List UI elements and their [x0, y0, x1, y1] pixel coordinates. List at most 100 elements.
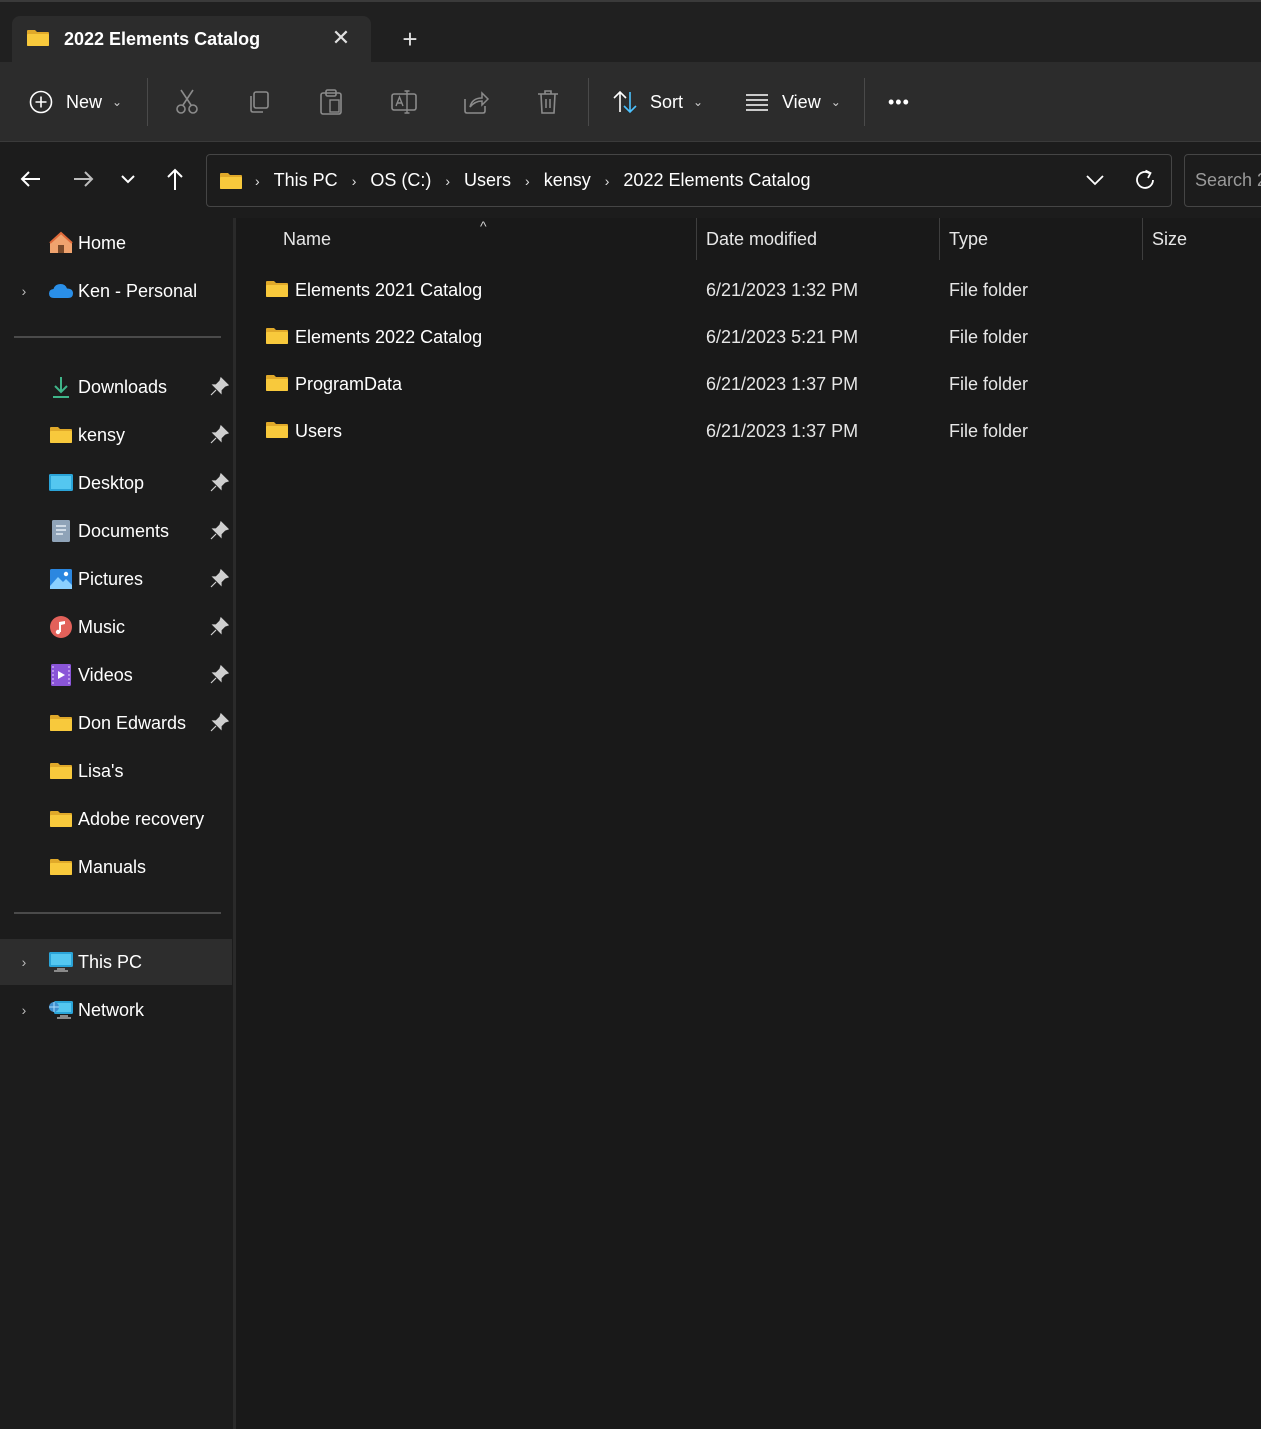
breadcrumb-os-c[interactable]: OS (C:) — [370, 170, 431, 191]
column-header-date-modified[interactable]: Date modified — [706, 218, 936, 260]
onedrive-cloud-icon — [48, 279, 74, 303]
sidebar-item-label: Lisa's — [78, 760, 124, 781]
copy-button[interactable] — [246, 80, 272, 124]
delete-icon — [538, 90, 558, 114]
file-name[interactable]: ProgramData — [295, 361, 402, 407]
table-row[interactable]: Users 6/21/2023 1:37 PM File folder — [236, 408, 1261, 454]
sidebar-item-ken-personal[interactable]: › Ken - Personal — [0, 268, 232, 314]
sidebar-item-label: Network — [78, 999, 145, 1020]
sidebar-item-music[interactable]: Music — [0, 604, 232, 650]
title-bar: 2022 Elements Catalog ✕ + — [0, 0, 1261, 64]
table-row[interactable]: Elements 2022 Catalog 6/21/2023 5:21 PM … — [236, 314, 1261, 360]
column-divider[interactable] — [1142, 218, 1143, 260]
chevron-right-icon[interactable]: › — [16, 1002, 32, 1018]
paste-button[interactable] — [318, 80, 344, 124]
pin-icon[interactable] — [208, 424, 230, 446]
breadcrumb-users[interactable]: Users — [464, 170, 511, 191]
sidebar-item-videos[interactable]: Videos — [0, 652, 232, 698]
sidebar-item-label: Videos — [78, 664, 133, 685]
sidebar-divider — [14, 336, 221, 338]
sidebar-item-label: Adobe recovery — [78, 808, 205, 829]
rename-button[interactable] — [390, 80, 418, 124]
rename-icon — [391, 90, 417, 114]
breadcrumb-kensy[interactable]: kensy — [544, 170, 591, 191]
file-date-modified: 6/21/2023 1:37 PM — [706, 420, 859, 441]
sidebar-item-this-pc[interactable]: › This PC — [0, 939, 232, 985]
column-header-size[interactable]: Size — [1152, 218, 1252, 260]
folder-icon — [266, 281, 288, 297]
sidebar-item-pictures[interactable]: Pictures — [0, 556, 232, 602]
cut-button[interactable] — [174, 80, 200, 124]
file-name[interactable]: Elements 2021 Catalog — [295, 267, 482, 313]
pin-icon[interactable] — [208, 472, 230, 494]
sidebar-item-home[interactable]: Home — [0, 220, 232, 266]
sidebar-item-desktop[interactable]: Desktop — [0, 460, 232, 506]
sidebar-item-adobe-recovery[interactable]: Adobe recovery — [0, 796, 232, 842]
home-icon — [48, 231, 74, 255]
view-button[interactable]: View ⌄ — [744, 80, 841, 124]
folder-icon — [266, 375, 288, 391]
pin-icon[interactable] — [208, 664, 230, 686]
file-name[interactable]: Users — [295, 408, 342, 454]
sidebar-item-label: Desktop — [78, 472, 145, 493]
chevron-right-icon[interactable]: › — [16, 954, 32, 970]
pin-icon[interactable] — [208, 520, 230, 542]
sidebar-item-downloads[interactable]: Downloads — [0, 364, 232, 410]
command-bar: New ⌄ Sort ⌄ View ⌄ ••• — [0, 62, 1261, 142]
chevron-right-icon[interactable]: › — [605, 173, 610, 189]
address-bar[interactable]: › This PC › OS (C:) › Users › kensy › 20… — [206, 154, 1172, 207]
file-name[interactable]: Elements 2022 Catalog — [295, 314, 482, 360]
up-arrow-icon[interactable] — [160, 164, 190, 194]
sidebar-item-label: Pictures — [78, 568, 144, 589]
refresh-icon[interactable] — [1131, 166, 1159, 194]
new-tab-button[interactable]: + — [396, 24, 424, 54]
column-divider[interactable] — [696, 218, 697, 260]
view-icon — [746, 94, 768, 111]
sidebar-item-don-edwards[interactable]: Don Edwards — [0, 700, 232, 746]
sidebar-item-manuals[interactable]: Manuals — [0, 844, 232, 890]
chevron-right-icon[interactable]: › — [255, 173, 260, 189]
sidebar-item-label: Ken - Personal — [78, 280, 198, 301]
pin-icon[interactable] — [208, 616, 230, 638]
back-arrow-icon[interactable] — [16, 164, 46, 194]
navigation-pane: Home › Ken - Personal Downloads kensy De… — [0, 218, 233, 1429]
sidebar-item-label: Home — [78, 232, 127, 253]
computer-icon — [48, 950, 74, 974]
pin-icon[interactable] — [208, 568, 230, 590]
chevron-right-icon[interactable]: › — [445, 173, 450, 189]
sidebar-item-network[interactable]: › Network — [0, 987, 232, 1033]
toolbar-divider — [147, 78, 148, 126]
close-icon[interactable]: ✕ — [328, 24, 354, 52]
pin-icon[interactable] — [208, 712, 230, 734]
file-list: ^ Name Date modified Type Size Elements … — [236, 218, 1261, 1429]
forward-arrow-icon[interactable] — [68, 164, 98, 194]
column-header-type[interactable]: Type — [949, 218, 1139, 260]
chevron-down-icon[interactable] — [1081, 166, 1109, 194]
breadcrumb-this-pc[interactable]: This PC — [274, 170, 338, 191]
chevron-right-icon[interactable]: › — [352, 173, 357, 189]
more-icon[interactable]: ••• — [888, 80, 910, 124]
chevron-right-icon[interactable]: › — [525, 173, 530, 189]
chevron-right-icon[interactable]: › — [16, 283, 32, 299]
table-row[interactable]: Elements 2021 Catalog 6/21/2023 1:32 PM … — [236, 267, 1261, 313]
breadcrumb-current[interactable]: 2022 Elements Catalog — [623, 170, 810, 191]
new-button[interactable]: New ⌄ — [28, 80, 122, 124]
pin-icon[interactable] — [208, 376, 230, 398]
file-type: File folder — [949, 279, 1029, 300]
recent-locations-chevron-icon[interactable] — [113, 164, 143, 194]
share-button[interactable] — [462, 80, 490, 124]
sidebar-item-kensy[interactable]: kensy — [0, 412, 232, 458]
column-header-name[interactable]: Name — [283, 218, 693, 260]
sort-button[interactable]: Sort ⌄ — [612, 80, 703, 124]
tab-active[interactable]: 2022 Elements Catalog ✕ — [12, 16, 371, 64]
delete-button[interactable] — [535, 80, 561, 124]
search-input[interactable] — [1185, 155, 1261, 206]
column-divider[interactable] — [939, 218, 940, 260]
sidebar-item-lisas[interactable]: Lisa's — [0, 748, 232, 794]
search-box[interactable] — [1184, 154, 1261, 207]
file-date-modified: 6/21/2023 1:32 PM — [706, 279, 859, 300]
sidebar-item-documents[interactable]: Documents — [0, 508, 232, 554]
breadcrumb: › This PC › OS (C:) › Users › kensy › 20… — [219, 155, 811, 206]
table-row[interactable]: ProgramData 6/21/2023 1:37 PM File folde… — [236, 361, 1261, 407]
file-date-modified: 6/21/2023 5:21 PM — [706, 326, 859, 347]
